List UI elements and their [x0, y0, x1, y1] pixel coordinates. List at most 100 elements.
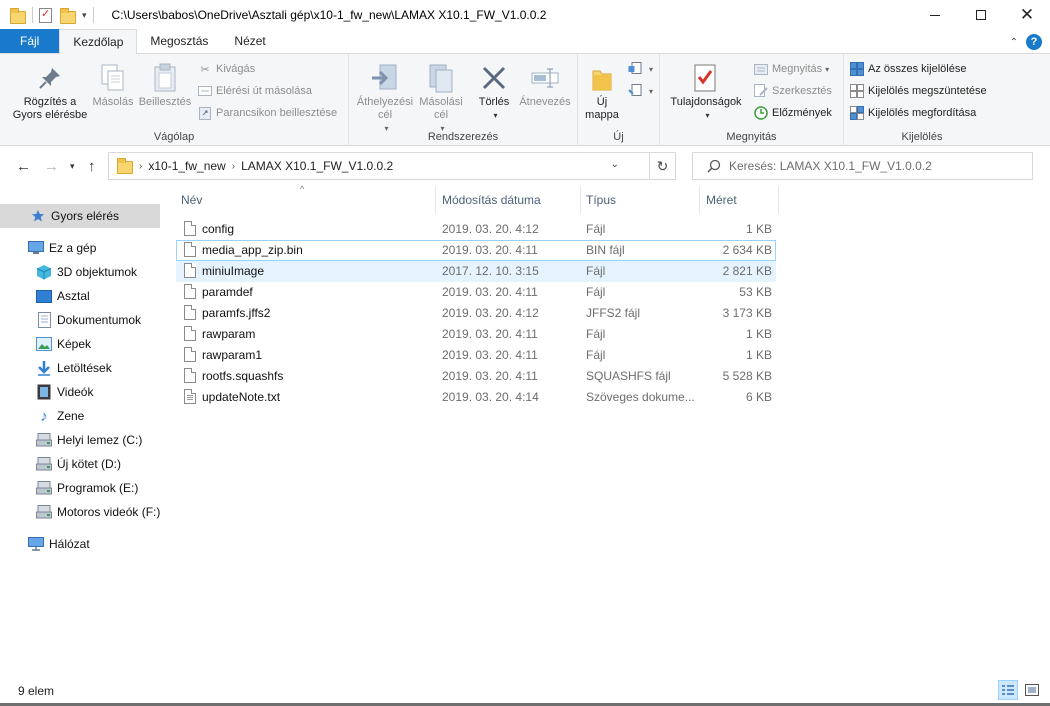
- nav-item-drive-d[interactable]: Új kötet (D:): [0, 452, 160, 476]
- nav-label: Motoros videók (F:): [57, 505, 161, 519]
- delete-button[interactable]: Törlés ▾: [471, 62, 517, 122]
- breadcrumb-separator-icon[interactable]: ›: [232, 161, 235, 172]
- nav-item-quick-access[interactable]: Gyors elérés: [0, 204, 160, 228]
- move-to-icon: [369, 62, 401, 94]
- up-arrow-icon[interactable]: ↑: [88, 158, 96, 175]
- copy-path-button[interactable]: Elérési út másolása: [198, 84, 312, 98]
- nav-item-music[interactable]: ♪ Zene: [0, 404, 160, 428]
- customize-toolbar-icon[interactable]: ▾: [82, 10, 87, 21]
- breadcrumb-separator-icon[interactable]: ›: [139, 161, 142, 172]
- nav-item-pictures[interactable]: Képek: [0, 332, 160, 356]
- forward-arrow-icon[interactable]: →: [44, 158, 59, 175]
- copy-to-button[interactable]: Másolási cél ▾: [415, 62, 467, 135]
- nav-item-this-pc[interactable]: Ez a gép: [0, 236, 160, 260]
- file-name: miniuImage: [202, 264, 265, 278]
- nav-item-drive-e[interactable]: Programok (E:): [0, 476, 160, 500]
- address-dropdown-icon[interactable]: ⌄: [611, 159, 619, 170]
- open-group-label: Megnyitás: [726, 131, 777, 143]
- close-button[interactable]: ✕: [1004, 0, 1050, 30]
- file-icon: [184, 263, 196, 278]
- pin-quick-access-button[interactable]: Rögzítés a Gyors elérésbe: [8, 62, 92, 122]
- column-header-name[interactable]: Név: [176, 186, 436, 214]
- new-folder-button[interactable]: Új mappa: [582, 62, 622, 122]
- nav-item-desktop[interactable]: Asztal: [0, 284, 160, 308]
- cut-label: Kivágás: [216, 63, 256, 75]
- details-view-button[interactable]: [998, 680, 1018, 700]
- nav-item-documents[interactable]: Dokumentumok: [0, 308, 160, 332]
- invert-selection-button[interactable]: Kijelölés megfordítása: [850, 106, 976, 120]
- select-all-button[interactable]: Az összes kijelölése: [850, 62, 966, 76]
- column-header-size[interactable]: Méret: [701, 186, 779, 214]
- file-name: media_app_zip.bin: [202, 243, 303, 257]
- tab-view[interactable]: Nézet: [221, 29, 278, 53]
- paste-button[interactable]: Beillesztés: [136, 62, 194, 109]
- breadcrumb-item[interactable]: x10-1_fw_new: [148, 159, 225, 173]
- nav-item-downloads[interactable]: Letöltések: [0, 356, 160, 380]
- copy-to-icon: [425, 62, 457, 94]
- nav-item-3d-objects[interactable]: 3D objektumok: [0, 260, 160, 284]
- nav-item-videos[interactable]: Videók: [0, 380, 160, 404]
- item-count: 9 elem: [18, 684, 55, 698]
- file-date: 2019. 03. 20. 4:14: [442, 390, 539, 404]
- table-row[interactable]: paramfs.jffs2 2019. 03. 20. 4:12 JFFS2 f…: [176, 303, 776, 324]
- new-folder-icon[interactable]: [60, 7, 76, 24]
- nav-item-drive-c[interactable]: Helyi lemez (C:): [0, 428, 160, 452]
- column-header-date[interactable]: Módosítás dátuma: [437, 186, 581, 214]
- nav-item-network[interactable]: Hálózat: [0, 532, 160, 556]
- copy-button[interactable]: Másolás: [90, 62, 136, 109]
- properties-icon[interactable]: [39, 7, 52, 23]
- minimize-ribbon-icon[interactable]: ⌃: [1010, 37, 1018, 48]
- select-none-button[interactable]: Kijelölés megszüntetése: [850, 84, 987, 98]
- tab-home[interactable]: Kezdőlap: [59, 29, 138, 54]
- properties-icon: [690, 62, 722, 94]
- help-icon[interactable]: ?: [1026, 34, 1042, 50]
- history-button[interactable]: Előzmények: [754, 106, 832, 120]
- maximize-button[interactable]: [958, 0, 1004, 30]
- quick-access-toolbar: ▾: [0, 0, 100, 30]
- table-row[interactable]: updateNote.txt 2019. 03. 20. 4:14 Szöveg…: [176, 387, 776, 408]
- table-row[interactable]: config 2019. 03. 20. 4:12 Fájl 1 KB: [176, 219, 776, 240]
- address-bar[interactable]: › x10-1_fw_new › LAMAX X10.1_FW_V1.0.0.2…: [108, 152, 650, 180]
- table-row[interactable]: paramdef 2019. 03. 20. 4:11 Fájl 53 KB: [176, 282, 776, 303]
- search-box[interactable]: Keresés: LAMAX X10.1_FW_V1.0.0.2: [692, 152, 1033, 180]
- properties-button[interactable]: Tulajdonságok ▾: [664, 62, 748, 122]
- table-row[interactable]: rawparam1 2019. 03. 20. 4:11 Fájl 1 KB: [176, 345, 776, 366]
- large-icons-view-button[interactable]: [1022, 680, 1042, 700]
- cut-button[interactable]: ✂ Kivágás: [198, 62, 255, 76]
- select-group-label: Kijelölés: [901, 131, 943, 143]
- tab-file[interactable]: Fájl: [0, 29, 60, 53]
- delete-icon: [478, 62, 510, 94]
- file-date: 2019. 03. 20. 4:11: [442, 369, 538, 383]
- dropdown-arrow-icon: ▾: [649, 86, 654, 96]
- file-date: 2019. 03. 20. 4:11: [442, 243, 538, 257]
- rename-button[interactable]: Átnevezés: [517, 62, 573, 109]
- file-date: 2019. 03. 20. 4:12: [442, 222, 539, 236]
- table-row[interactable]: miniuImage 2017. 12. 10. 3:15 Fájl 2 821…: [176, 261, 776, 282]
- file-icon: [184, 305, 196, 320]
- nav-label: Képek: [57, 337, 92, 351]
- nav-label: 3D objektumok: [57, 265, 138, 279]
- paste-shortcut-button[interactable]: Parancsikon beillesztése: [198, 106, 337, 120]
- back-arrow-icon[interactable]: ←: [16, 158, 31, 175]
- table-row[interactable]: rawparam 2019. 03. 20. 4:11 Fájl 1 KB: [176, 324, 776, 345]
- move-to-label: Áthelyezési cél: [356, 96, 414, 121]
- new-item-button[interactable]: ▾: [628, 62, 653, 76]
- toolbar-separator: [92, 7, 94, 23]
- edit-button[interactable]: Szerkesztés: [754, 84, 832, 98]
- move-to-button[interactable]: Áthelyezési cél ▾: [355, 62, 415, 135]
- nav-item-drive-f[interactable]: Motoros videók (F:): [0, 500, 160, 524]
- folder-icon[interactable]: [10, 7, 26, 24]
- copy-label: Másolás: [92, 96, 134, 108]
- column-header-type[interactable]: Típus: [581, 186, 700, 214]
- file-type: Fájl: [586, 222, 606, 236]
- table-row[interactable]: rootfs.squashfs 2019. 03. 20. 4:11 SQUAS…: [176, 366, 776, 387]
- minimize-button[interactable]: [912, 0, 958, 30]
- tab-share[interactable]: Megosztás: [137, 29, 221, 53]
- recent-locations-icon[interactable]: ▾: [70, 161, 75, 172]
- easy-access-button[interactable]: ▾: [628, 84, 653, 98]
- download-icon: [36, 360, 52, 376]
- breadcrumb-item[interactable]: LAMAX X10.1_FW_V1.0.0.2: [241, 159, 393, 173]
- refresh-button[interactable]: ↻: [650, 152, 676, 180]
- open-button[interactable]: Megnyitás ▾: [754, 62, 829, 76]
- table-row[interactable]: media_app_zip.bin 2019. 03. 20. 4:11 BIN…: [176, 240, 776, 261]
